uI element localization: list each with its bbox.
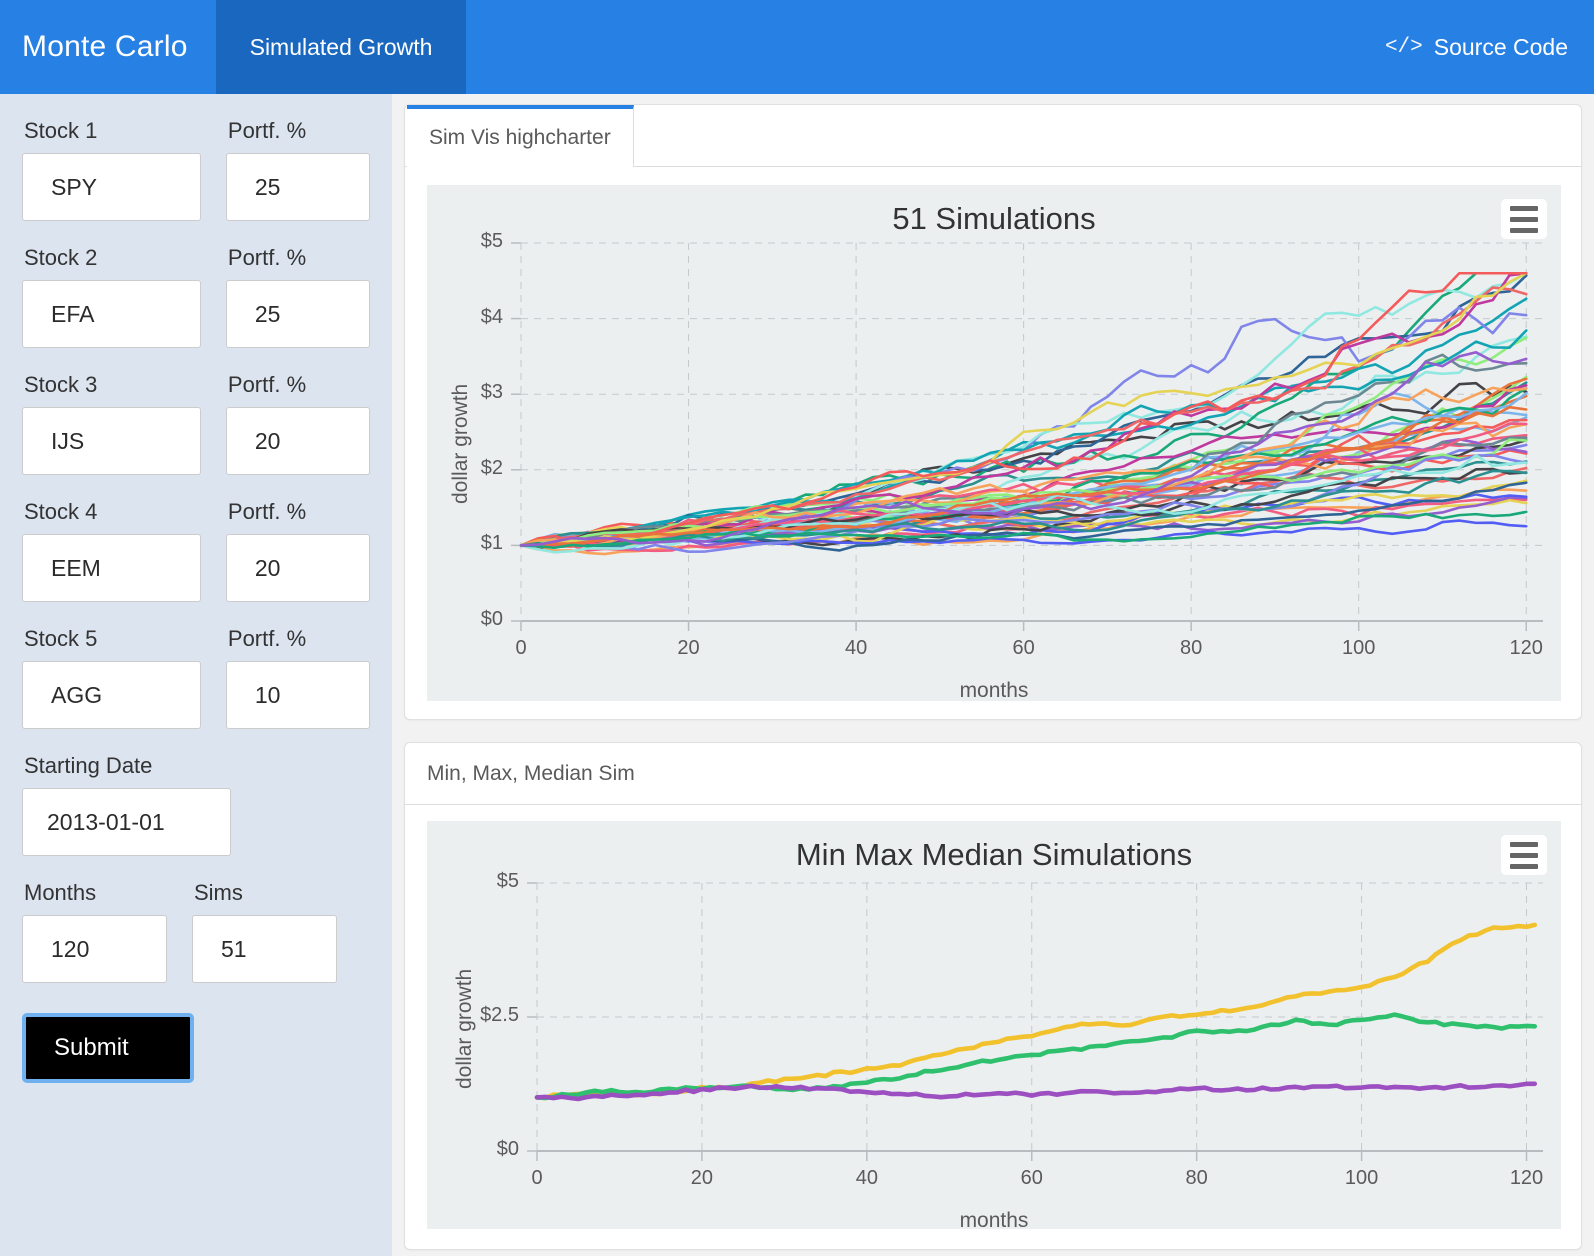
chart2-x-axis-label: months [959, 1209, 1029, 1232]
chart1-x-tick: 120 [1509, 637, 1543, 659]
stock-5-input[interactable]: AGG [22, 661, 201, 729]
sim-vis-card: Sim Vis highcharter 51 Simulations dolla… [404, 104, 1582, 720]
stock-2-pct-input[interactable]: 25 [225, 280, 370, 348]
stock-4-pct-input[interactable]: 20 [225, 534, 370, 602]
chart2-x-tick: 20 [690, 1167, 714, 1189]
stock-5-pct-label: Portf. % [227, 626, 307, 651]
sims-input[interactable]: 51 [192, 915, 337, 983]
app-brand-title: Monte Carlo [22, 30, 188, 63]
chart1-x-tick: 100 [1342, 637, 1376, 659]
starting-date-input[interactable]: 2013-01-01 [22, 788, 231, 856]
stock-row-3: Stock 3 IJS Portf. % 20 [22, 372, 370, 499]
chart2-x-tick: 0 [531, 1167, 543, 1189]
chart1-y-tick: $3 [480, 381, 503, 404]
nav-tabs: Simulated Growth [215, 0, 467, 94]
chart1-y-tick: $5 [480, 230, 503, 252]
chart1-x-tick: 20 [677, 637, 700, 659]
hamburger-menu-icon[interactable] [1501, 835, 1547, 875]
chart2-y-tick: $5 [496, 870, 519, 892]
stock-3-pct-input[interactable]: 20 [225, 407, 370, 475]
months-label: Months [24, 880, 97, 905]
stock-4-input[interactable]: EEM [22, 534, 201, 602]
stock-row-2: Stock 2 EFA Portf. % 25 [22, 245, 370, 372]
chart1-x-tick: 0 [515, 637, 527, 659]
chart2-x-tick: 80 [1185, 1167, 1208, 1189]
chart1-y-tick: $1 [480, 532, 503, 555]
months-sims-row: Months 120 Sims 51 [22, 880, 370, 1007]
stock-4-pct-label: Portf. % [227, 499, 307, 524]
min-max-median-chart: Min Max Median Simulations dollar growth… [427, 821, 1561, 1232]
starting-date-label: Starting Date [24, 753, 153, 778]
stock-3-pct-label: Portf. % [227, 372, 307, 397]
stock-3-label: Stock 3 [24, 372, 98, 397]
top-navbar: Monte Carlo Simulated Growth </> Source … [0, 0, 1594, 94]
stock-1-pct-input[interactable]: 25 [225, 153, 370, 221]
chart2-x-tick: 100 [1344, 1167, 1379, 1189]
stock-row-1: Stock 1 SPY Portf. % 25 [22, 118, 370, 245]
stock-2-pct-label: Portf. % [227, 245, 307, 270]
chart1-x-axis-label: months [959, 679, 1029, 702]
stock-2-label: Stock 2 [24, 245, 98, 270]
chart1-x-tick: 60 [1012, 637, 1035, 659]
stock-5-pct-input[interactable]: 10 [225, 661, 370, 729]
stock-4-label: Stock 4 [24, 499, 98, 524]
stock-5-label: Stock 5 [24, 626, 98, 651]
submit-button[interactable]: Submit [22, 1013, 194, 1083]
chart1-y-tick: $4 [480, 305, 503, 328]
starting-date-group: Starting Date 2013-01-01 [22, 753, 370, 856]
main-content: Sim Vis highcharter 51 Simulations dolla… [404, 104, 1582, 1250]
chart1-y-tick: $2 [480, 456, 503, 479]
stock-1-label: Stock 1 [24, 118, 98, 143]
chart2-y-tick: $0 [496, 1138, 519, 1160]
sims-label: Sims [194, 880, 243, 905]
chart1-y-tick: $0 [480, 608, 503, 630]
chart2-y-tick: $2.5 [480, 1004, 519, 1026]
stock-3-input[interactable]: IJS [22, 407, 201, 475]
min-max-median-card: Min, Max, Median Sim Min Max Median Simu… [404, 742, 1582, 1250]
chart2-x-tick: 40 [855, 1167, 878, 1189]
chart1-x-tick: 80 [1180, 637, 1203, 659]
nav-tab-simulated-growth[interactable]: Simulated Growth [215, 0, 467, 94]
stock-1-input[interactable]: SPY [22, 153, 201, 221]
code-icon: </> [1384, 35, 1423, 59]
simulations-chart: 51 Simulations dollar growth months $0 $1… [427, 185, 1561, 702]
sidebar-form-panel: Stock 1 SPY Portf. % 25 Stock 2 EFA Port… [0, 94, 392, 1256]
chart2-x-tick: 60 [1020, 1167, 1043, 1189]
chart2-title: Min Max Median Simulations [795, 837, 1193, 872]
tab-sim-vis-highcharter[interactable]: Sim Vis highcharter [407, 105, 634, 167]
min-max-median-header: Min, Max, Median Sim [405, 743, 1581, 805]
stock-row-4: Stock 4 EEM Portf. % 20 [22, 499, 370, 626]
chart1-x-tick: 40 [844, 637, 868, 659]
stock-1-pct-label: Portf. % [227, 118, 307, 143]
stock-row-5: Stock 5 AGG Portf. % 10 [22, 626, 370, 753]
sim-vis-tabstrip: Sim Vis highcharter [405, 105, 1581, 167]
source-code-label: Source Code [1433, 33, 1568, 60]
hamburger-menu-icon[interactable] [1501, 199, 1547, 239]
chart2-y-axis-label: dollar growth [453, 968, 476, 1089]
source-code-link[interactable]: </> Source Code [1385, 0, 1594, 94]
months-input[interactable]: 120 [22, 915, 167, 983]
chart2-x-tick: 120 [1509, 1167, 1544, 1189]
stock-2-input[interactable]: EFA [22, 280, 201, 348]
chart1-title: 51 Simulations [892, 201, 1096, 236]
